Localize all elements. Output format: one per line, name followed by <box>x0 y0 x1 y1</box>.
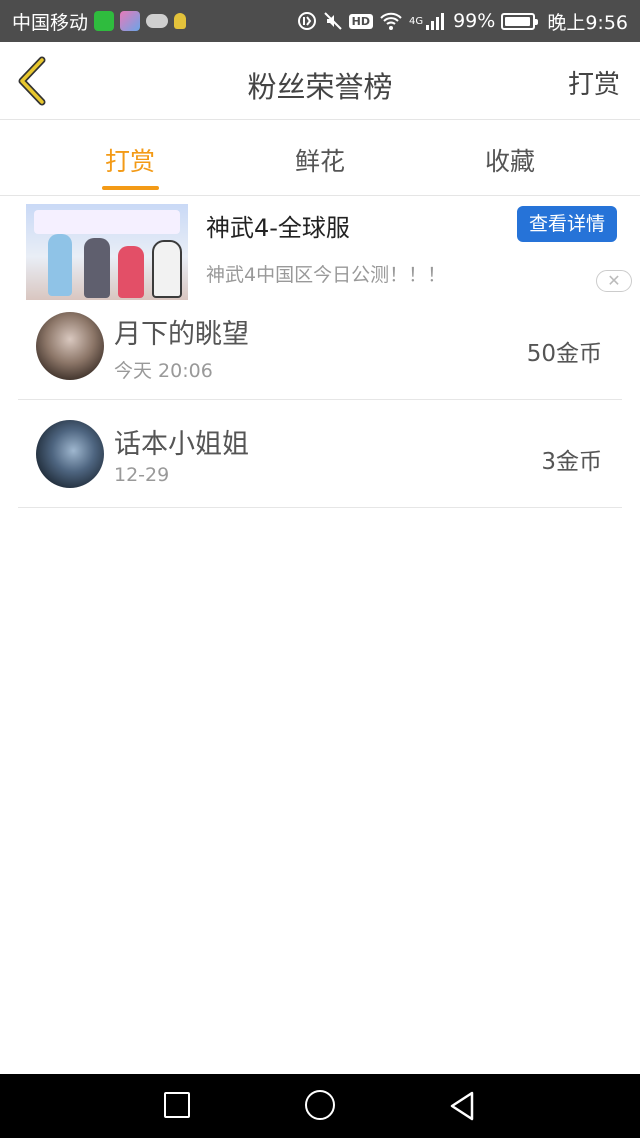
tab-bar: 打赏 鲜花 收藏 <box>0 120 640 196</box>
ad-image-character <box>84 238 110 298</box>
clock: 晚上9:56 <box>547 11 628 34</box>
user-name: 月下的眺望 <box>114 319 249 350</box>
system-back-button[interactable] <box>448 1090 476 1126</box>
battery-percent: 99% <box>453 10 496 32</box>
tab-favorites[interactable]: 收藏 <box>460 142 560 178</box>
mute-icon <box>323 12 342 30</box>
user-name: 话本小姐姐 <box>114 429 249 460</box>
data-saver-icon <box>297 12 316 30</box>
battery-icon <box>501 12 539 30</box>
status-right: HD 4G 99% 晚上9:56 <box>297 8 628 35</box>
list-item[interactable]: 月下的眺望 今天 20:06 50金币 <box>18 300 622 400</box>
avatar[interactable] <box>36 420 104 488</box>
cloud-icon <box>146 14 169 28</box>
status-left: 中国移动 <box>12 8 187 35</box>
ad-banner[interactable]: 神武4-全球服 神武4中国区今日公测！！！ 查看详情 ✕ <box>0 196 640 300</box>
signal-icon <box>426 13 445 30</box>
avatar[interactable] <box>36 312 104 380</box>
ad-image-character <box>48 234 72 296</box>
reward-time: 今天 20:06 <box>114 360 213 382</box>
wifi-icon <box>380 12 402 30</box>
reward-time: 12-29 <box>114 464 170 486</box>
ad-image[interactable] <box>26 204 188 300</box>
top-nav: 粉丝荣誉榜 打赏 <box>0 42 640 120</box>
page-title: 粉丝荣誉榜 <box>247 70 393 104</box>
bulb-icon <box>174 13 187 29</box>
reward-amount: 50金币 <box>526 341 602 367</box>
list-item[interactable]: 话本小姐姐 12-29 3金币 <box>18 400 622 508</box>
network-type: 4G <box>408 15 424 27</box>
ad-title: 神武4-全球服 <box>206 214 350 242</box>
ad-image-character <box>152 240 182 298</box>
recent-apps-button[interactable] <box>164 1092 190 1118</box>
reward-button[interactable]: 打赏 <box>568 64 620 101</box>
hd-badge: HD <box>348 13 373 29</box>
status-bar: 中国移动 HD 4G 99% 晚上9:56 <box>0 0 640 42</box>
iqiyi-app-icon <box>94 11 115 31</box>
ad-close-button[interactable]: ✕ <box>596 270 632 292</box>
ad-details-button[interactable]: 查看详情 <box>517 206 617 242</box>
tab-flowers[interactable]: 鲜花 <box>270 142 370 178</box>
ad-subtitle: 神武4中国区今日公测！！！ <box>206 264 447 286</box>
active-tab-indicator <box>102 186 159 190</box>
reward-amount: 3金币 <box>541 449 602 475</box>
ad-image-character <box>118 246 144 298</box>
game-app-icon <box>120 11 141 31</box>
carrier-label: 中国移动 <box>12 11 89 34</box>
tab-reward[interactable]: 打赏 <box>80 142 180 178</box>
leaderboard-list: 月下的眺望 今天 20:06 50金币 话本小姐姐 12-29 3金币 <box>18 300 622 508</box>
screen: 中国移动 HD 4G 99% 晚上9:56 粉丝荣誉榜 打赏 打赏 鲜花 收藏 … <box>0 0 640 1138</box>
home-button[interactable] <box>305 1090 335 1120</box>
triangle-back-icon <box>450 1091 474 1121</box>
system-nav-bar <box>0 1074 640 1138</box>
ad-image-banner <box>34 210 180 234</box>
